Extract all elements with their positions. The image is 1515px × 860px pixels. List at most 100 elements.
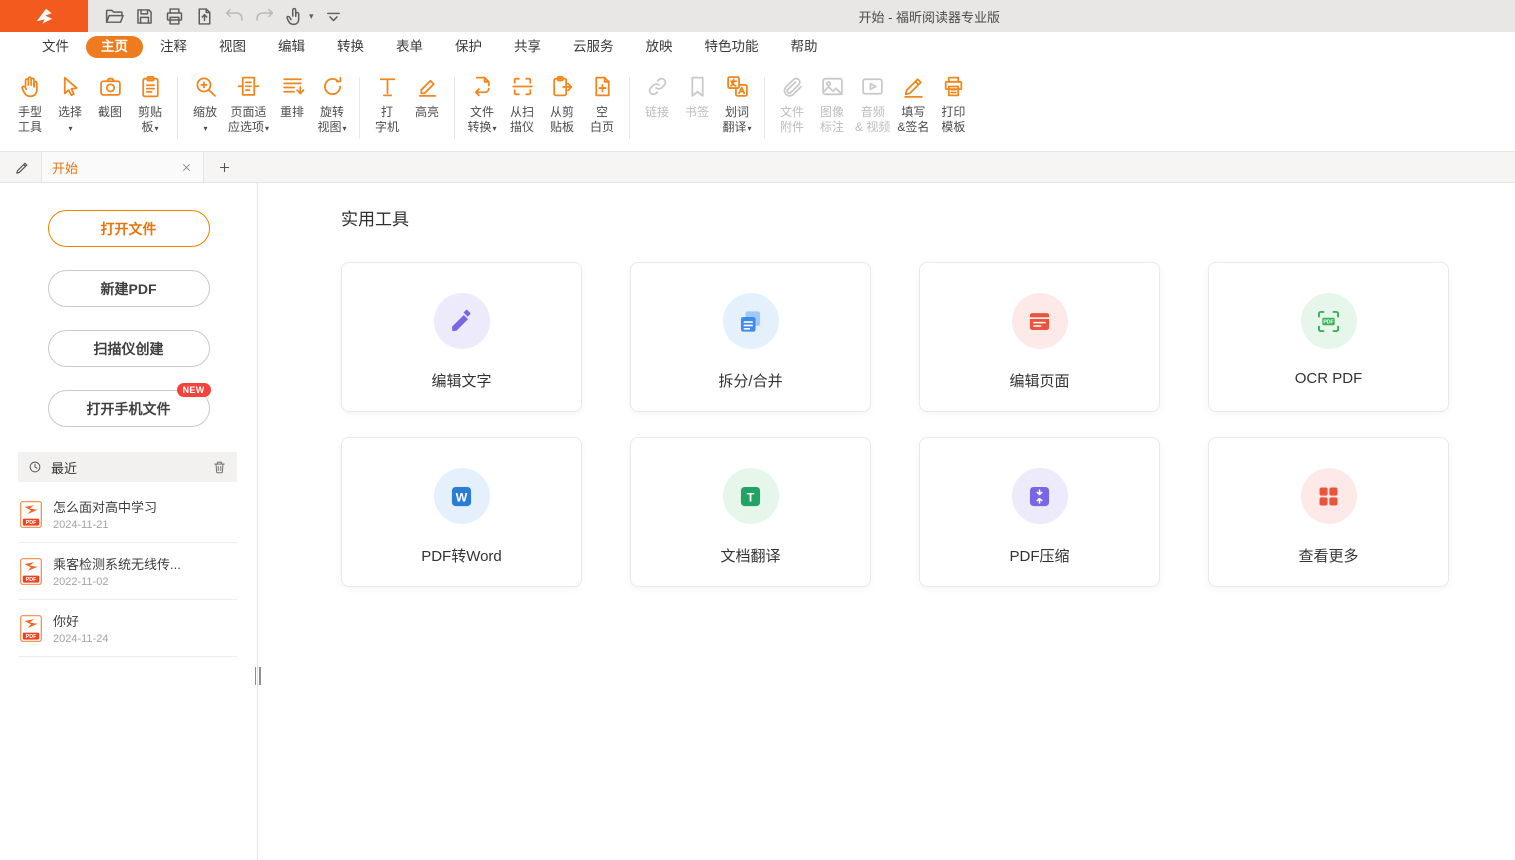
recent-file-item-0[interactable]: PDF怎么面对高中学习2024-11-21	[18, 486, 237, 543]
recent-file-date: 2024-11-21	[53, 519, 157, 531]
undo-button[interactable]	[224, 6, 245, 27]
document-tab-0[interactable]: 开始	[41, 152, 204, 182]
menu-bar: 文件主页注释视图编辑转换表单保护共享云服务放映特色功能帮助	[0, 32, 1515, 62]
svg-text:PDF: PDF	[26, 634, 37, 640]
share-export-button[interactable]	[194, 6, 215, 27]
ribbon-tool-label-text: 缩放	[193, 105, 217, 119]
ribbon-tool-image-annotation[interactable]: 图像 标注	[812, 74, 852, 134]
sidebar-button-new-pdf[interactable]: 新建PDF	[48, 270, 210, 307]
menu-tab-edit[interactable]: 编辑	[262, 36, 321, 58]
redo-button[interactable]	[254, 6, 275, 27]
ribbon-tool-scanner[interactable]: 从扫 描仪	[502, 74, 542, 134]
ribbon-tool-snapshot[interactable]: 截图	[90, 74, 130, 120]
share-export-icon	[194, 6, 215, 27]
ribbon-tool-bookmark[interactable]: 书签	[677, 74, 717, 120]
menu-tab-convert[interactable]: 转换	[321, 36, 380, 58]
foxit-logo[interactable]	[0, 0, 88, 32]
trash-icon[interactable]	[212, 460, 227, 475]
body-area: 打开文件新建PDF 扫描仪创建打开手机文件NEW 最近 PDF怎么面对高中学习20…	[0, 183, 1515, 860]
tool-card-ocr-pdf[interactable]: PDFOCR PDF	[1208, 262, 1449, 412]
ribbon-tool-label-text: 手型 工具	[18, 105, 42, 134]
edit-text-icon-circle	[434, 293, 490, 349]
dropdown-caret-icon: ▾	[493, 124, 497, 133]
page-fit-icon	[236, 74, 261, 99]
open-folder-button[interactable]	[104, 6, 125, 27]
zoom-icon	[193, 74, 218, 99]
svg-text:T: T	[747, 490, 755, 504]
tool-card-split-merge[interactable]: 拆分/合并	[630, 262, 871, 412]
tool-card-pdf-compress[interactable]: PDF压缩	[919, 437, 1160, 587]
annotate-pencil-icon[interactable]	[14, 159, 31, 176]
ribbon-tool-hand[interactable]: 手型 工具	[10, 74, 50, 134]
menu-tab-slideshow[interactable]: 放映	[630, 36, 689, 58]
menu-tab-help[interactable]: 帮助	[775, 36, 834, 58]
menu-tab-home[interactable]: 主页	[86, 36, 143, 58]
ribbon-tool-rotate[interactable]: 旋转 视图▾	[312, 74, 352, 136]
ribbon-tool-label-text: 空 白页	[590, 105, 614, 134]
new-tab-button[interactable]	[217, 160, 232, 175]
edit-pages-icon	[1026, 308, 1053, 335]
document-tab-bar: 开始	[0, 152, 1515, 183]
print-button[interactable]	[164, 6, 185, 27]
ribbon-tool-page-fit[interactable]: 页面适 应选项▾	[225, 74, 272, 136]
ribbon-tool-convert[interactable]: 文件 转换▾	[462, 74, 502, 136]
ribbon-tool-translate[interactable]: 划词 翻译▾	[717, 74, 757, 136]
sidebar: 打开文件新建PDF 扫描仪创建打开手机文件NEW 最近 PDF怎么面对高中学习20…	[0, 183, 258, 860]
ribbon-tool-fill-sign[interactable]: 填写 &签名	[893, 74, 933, 134]
recent-file-item-2[interactable]: PDF你好2024-11-24	[18, 600, 237, 657]
sidebar-button-create-from-scanner[interactable]: 扫描仪创建	[48, 330, 210, 367]
dropdown-caret-icon[interactable]: ▾	[309, 11, 314, 22]
ribbon-tool-label-text: 旋转 视图	[318, 105, 345, 134]
menu-tab-file[interactable]: 文件	[26, 36, 85, 58]
ribbon-tool-from-clipboard[interactable]: 从剪 贴板	[542, 74, 582, 134]
ribbon-tool-clipboard[interactable]: 剪贴 板▾	[130, 74, 170, 136]
menu-tab-protect[interactable]: 保护	[439, 36, 498, 58]
ribbon-tool-blank-page[interactable]: 空 白页	[582, 74, 622, 134]
ocr-pdf-icon-circle: PDF	[1301, 293, 1357, 349]
clipboard-icon	[138, 74, 163, 99]
customize-toolbar-button[interactable]	[323, 6, 344, 27]
ribbon-tool-label: 书签	[685, 105, 709, 120]
tool-card-edit-text[interactable]: 编辑文字	[341, 262, 582, 412]
tool-card-edit-pages[interactable]: 编辑页面	[919, 262, 1160, 412]
pdf-compress-icon	[1026, 483, 1053, 510]
save-button[interactable]	[134, 6, 155, 27]
recent-file-name: 你好	[53, 611, 108, 630]
ribbon-tool-print-template[interactable]: 打印 模板	[933, 74, 973, 134]
ribbon-tool-link[interactable]: 链接	[637, 74, 677, 120]
tool-card-label: 编辑页面	[1009, 370, 1069, 391]
link-icon	[645, 74, 670, 99]
menu-tab-share[interactable]: 共享	[498, 36, 557, 58]
sidebar-resize-handle[interactable]	[252, 666, 263, 686]
ribbon-tool-audio-video[interactable]: 音频 & 视频	[852, 74, 893, 134]
ribbon-tool-highlight[interactable]: 高亮	[407, 74, 447, 120]
dropdown-caret-icon: ▾	[68, 124, 72, 133]
ribbon-tool-label: 图像 标注	[820, 105, 844, 134]
menu-tab-form[interactable]: 表单	[380, 36, 439, 58]
ribbon-tool-attachment[interactable]: 文件 附件	[772, 74, 812, 134]
ribbon-tool-reflow[interactable]: 重排	[272, 74, 312, 120]
close-tab-icon[interactable]	[180, 161, 193, 174]
recent-header: 最近	[18, 452, 237, 482]
menu-tab-features[interactable]: 特色功能	[689, 36, 775, 58]
tool-card-view-more[interactable]: 查看更多	[1208, 437, 1449, 587]
ribbon-tool-select[interactable]: 选择 ▾	[50, 74, 90, 136]
tool-card-pdf-to-word[interactable]: WPDF转Word	[341, 437, 582, 587]
sidebar-button-label: 新建PDF	[101, 281, 157, 297]
translate-icon	[725, 74, 750, 99]
recent-file-item-1[interactable]: PDF乘客检测系统无线传...2022-11-02	[18, 543, 237, 600]
recent-file-list: PDF怎么面对高中学习2024-11-21PDF乘客检测系统无线传...2022…	[0, 486, 257, 657]
menu-tab-comment[interactable]: 注释	[144, 36, 203, 58]
tool-card-doc-translate[interactable]: T文档翻译	[630, 437, 871, 587]
touch-mode-button[interactable]	[284, 6, 305, 27]
dropdown-caret-icon: ▾	[203, 124, 207, 133]
sidebar-button-open-file[interactable]: 打开文件	[48, 210, 210, 247]
ribbon-tool-label: 从剪 贴板	[550, 105, 574, 134]
fill-sign-icon	[901, 74, 926, 99]
sidebar-button-open-mobile-file[interactable]: 打开手机文件NEW	[48, 390, 210, 427]
ribbon-tool-label: 选择 ▾	[58, 105, 82, 136]
menu-tab-cloud[interactable]: 云服务	[557, 36, 630, 58]
ribbon-tool-typewriter[interactable]: 打 字机	[367, 74, 407, 134]
menu-tab-view[interactable]: 视图	[203, 36, 262, 58]
ribbon-tool-zoom[interactable]: 缩放 ▾	[185, 74, 225, 136]
